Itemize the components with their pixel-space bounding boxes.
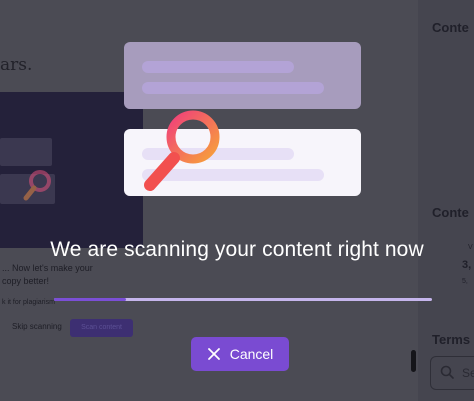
right-panel-section-title: Conte (432, 205, 469, 220)
background-magnifier-icon (23, 170, 51, 201)
illustration-card-top (124, 42, 361, 109)
cancel-button-label: Cancel (229, 346, 274, 362)
skip-scanning-link: Skip scanning (12, 322, 62, 331)
illustration-line (142, 61, 294, 73)
right-panel-title: Conte (432, 20, 469, 35)
scrollbar-thumb (411, 350, 416, 372)
terms-search-placeholder: Se (462, 366, 474, 380)
terms-title: Terms (432, 332, 471, 347)
scan-content-button: Scan content (70, 319, 133, 337)
scanning-title: We are scanning your content right now (50, 238, 424, 261)
scan-progress-bar (54, 298, 432, 301)
background-copy-text: ... Now let's make your copy better! (2, 263, 93, 286)
magnifier-illustration-icon (144, 110, 220, 191)
cancel-button[interactable]: Cancel (191, 337, 289, 371)
scan-progress-fill (54, 298, 126, 301)
background-headline: ars. (0, 55, 33, 75)
illustration-line (142, 82, 324, 94)
close-icon (207, 348, 220, 360)
background-preview-bar (0, 138, 52, 166)
search-icon (440, 365, 454, 379)
right-panel-stat-sub: 5, (462, 278, 468, 285)
